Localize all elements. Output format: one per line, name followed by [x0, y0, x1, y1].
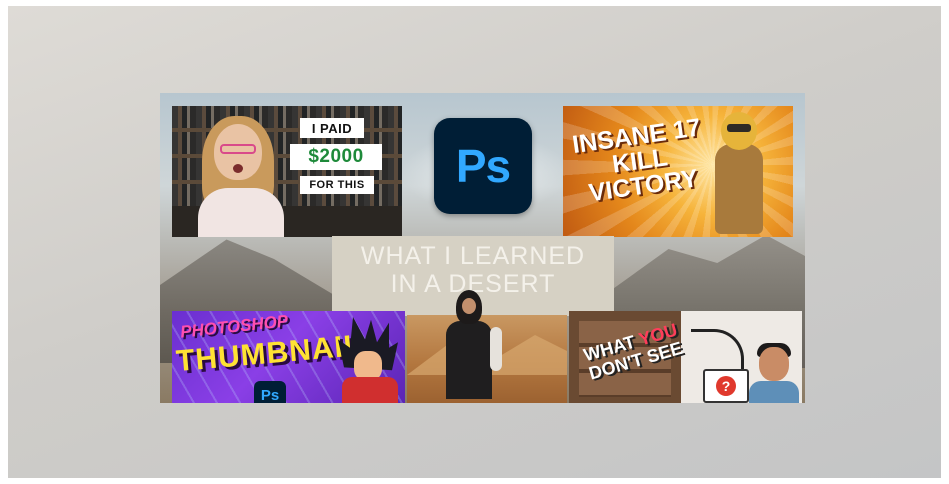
- photoshop-icon: Ps: [434, 118, 532, 214]
- game-character-body: [715, 144, 763, 234]
- bookshelf-books: [172, 106, 402, 128]
- photoshop-icon-label: Ps: [455, 140, 511, 192]
- person-face: [462, 298, 476, 314]
- banner-line-1: WHAT I LEARNED: [360, 242, 586, 270]
- person-body: [446, 321, 492, 399]
- caption-i-paid: I PAID: [300, 118, 364, 138]
- glasses: [220, 144, 256, 154]
- anime-character-body: [342, 377, 398, 403]
- thumbnail-insane-victory: INSANE 17 KILL VICTORY: [563, 106, 793, 237]
- thumbnail-i-paid: I PAID $2000 FOR THIS: [172, 106, 402, 237]
- game-character-visor: [727, 124, 751, 132]
- laptop: ?: [703, 369, 749, 403]
- thumbnail-collage: I PAID $2000 FOR THIS Ps INSANE 17 KILL …: [160, 93, 805, 403]
- thumbnail-photoshop-thumbnail: PHOTOSHOP THUMBNAIL Ps: [172, 311, 405, 403]
- mouth: [233, 164, 243, 173]
- person-arm: [490, 327, 502, 371]
- thumbnail-what-you-dont-see: WHAT YOU DON'T SEE ?: [569, 311, 802, 403]
- photoshop-badge-icon: Ps: [254, 381, 286, 403]
- man-body: [749, 381, 799, 403]
- woman-body: [198, 188, 284, 237]
- curved-arrow-icon: [691, 329, 744, 372]
- question-mark-icon: ?: [716, 376, 736, 396]
- man-face: [759, 347, 789, 381]
- caption-for-this: FOR THIS: [300, 176, 374, 194]
- caption-amount: $2000: [290, 144, 382, 170]
